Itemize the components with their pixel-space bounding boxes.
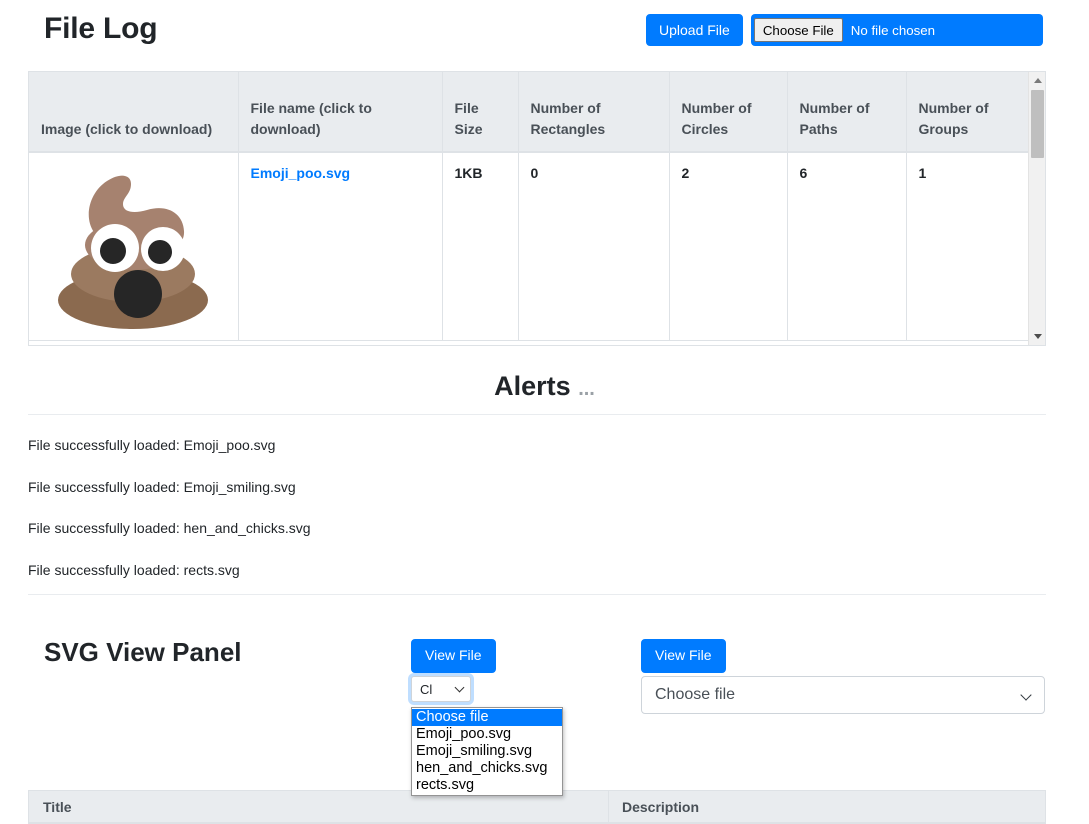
file-select-left-value: Cl — [420, 682, 432, 697]
file-name-link[interactable]: Emoji_poo.svg — [251, 165, 351, 181]
dropdown-option[interactable]: Emoji_poo.svg — [412, 726, 562, 743]
no-file-chosen-label: No file chosen — [851, 23, 935, 38]
view-file-button-left[interactable]: View File — [411, 639, 496, 673]
file-select-right-value: Choose file — [655, 686, 735, 704]
alert-item: File successfully loaded: Emoji_poo.svg — [28, 437, 275, 453]
scroll-up-arrow-icon[interactable] — [1029, 72, 1046, 89]
column-header-filesize: File Size — [442, 72, 518, 152]
page-title: File Log — [44, 12, 157, 46]
alerts-heading-ellipsis: ... — [578, 378, 595, 400]
dropdown-option[interactable]: Emoji_smiling.svg — [412, 743, 562, 760]
table-header-row: Image (click to download) File name (cli… — [29, 72, 1029, 152]
scrollbar-thumb[interactable] — [1031, 90, 1044, 158]
chevron-down-icon — [455, 683, 465, 693]
cell-filesize: 1KB — [442, 152, 518, 341]
alert-item: File successfully loaded: Emoji_smiling.… — [28, 479, 296, 495]
column-header-circles: Number of Circles — [669, 72, 787, 152]
view-file-button-right[interactable]: View File — [641, 639, 726, 673]
cell-image[interactable] — [29, 152, 238, 341]
column-header-filename: File name (click to download) — [238, 72, 442, 152]
cell-groups: 1 — [906, 152, 1029, 341]
file-select-right[interactable]: Choose file — [641, 676, 1045, 714]
chevron-down-icon — [1020, 689, 1031, 700]
file-log-table: Image (click to download) File name (cli… — [29, 72, 1029, 341]
dropdown-option[interactable]: Choose file — [412, 709, 562, 726]
column-divider — [608, 791, 609, 822]
column-header-groups: Number of Groups — [906, 72, 1029, 152]
file-select-left[interactable]: Cl — [411, 676, 471, 702]
header: File Log Upload File Choose File No file… — [0, 0, 1089, 62]
alert-item: File successfully loaded: rects.svg — [28, 562, 240, 578]
column-header-rectangles: Number of Rectangles — [518, 72, 669, 152]
app-root: File Log Upload File Choose File No file… — [0, 0, 1089, 824]
poo-emoji-icon[interactable] — [43, 161, 223, 333]
table-row: Emoji_poo.svg 1KB 0 2 6 1 — [29, 152, 1029, 341]
scroll-down-arrow-icon[interactable] — [1029, 328, 1046, 345]
table-header: Image (click to download) File name (cli… — [29, 72, 1029, 152]
alerts-heading-text: Alerts — [494, 371, 571, 401]
choose-file-button[interactable]: Choose File — [754, 18, 843, 42]
dropdown-option[interactable]: rects.svg — [412, 777, 562, 794]
alerts-divider-top — [28, 414, 1046, 415]
column-header-title: Title — [43, 799, 72, 815]
table-vertical-scrollbar[interactable] — [1028, 72, 1045, 345]
table-body: Emoji_poo.svg 1KB 0 2 6 1 — [29, 152, 1029, 341]
alert-item: File successfully loaded: hen_and_chicks… — [28, 520, 311, 536]
column-header-image: Image (click to download) — [29, 72, 238, 152]
upload-file-button[interactable]: Upload File — [646, 14, 743, 46]
cell-rectangles: 0 — [518, 152, 669, 341]
column-header-paths: Number of Paths — [787, 72, 906, 152]
svg-view-panel-title: SVG View Panel — [44, 637, 242, 668]
alerts-divider-bottom — [28, 594, 1046, 595]
dropdown-option[interactable]: hen_and_chicks.svg — [412, 760, 562, 777]
column-header-description: Description — [622, 799, 699, 815]
file-log-table-container: Image (click to download) File name (cli… — [28, 71, 1046, 346]
upload-controls: Upload File Choose File No file chosen — [646, 14, 1043, 46]
file-input[interactable]: Choose File No file chosen — [751, 14, 1043, 46]
file-select-left-dropdown[interactable]: Choose file Emoji_poo.svg Emoji_smiling.… — [411, 707, 563, 796]
cell-circles: 2 — [669, 152, 787, 341]
alerts-heading: Alerts ... — [0, 371, 1089, 402]
cell-filename[interactable]: Emoji_poo.svg — [238, 152, 442, 341]
cell-paths: 6 — [787, 152, 906, 341]
